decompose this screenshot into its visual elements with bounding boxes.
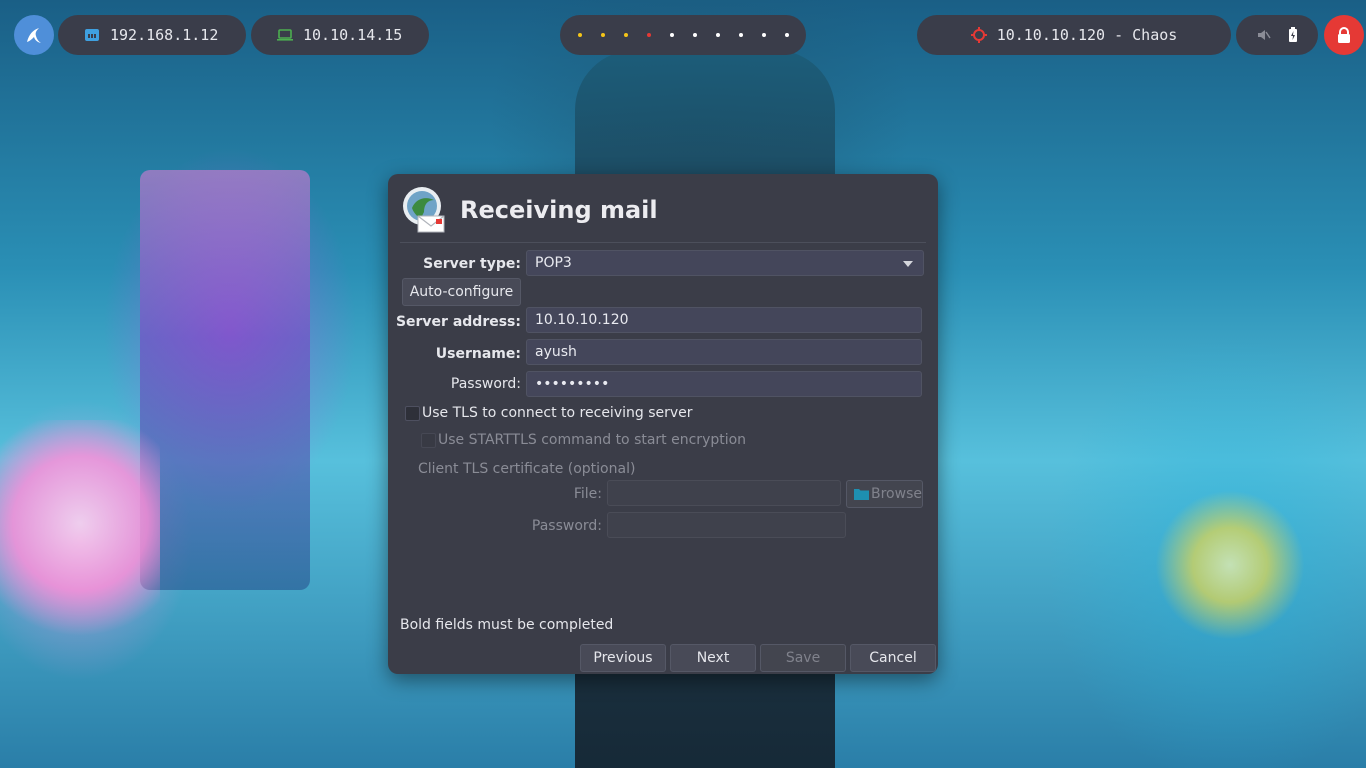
server-address-input[interactable]: 10.10.10.120 <box>526 307 922 333</box>
use-starttls-checkbox <box>421 433 436 448</box>
host-ip-label: 192.168.1.12 <box>110 26 219 44</box>
server-type-value: POP3 <box>535 255 572 271</box>
kali-dragon-icon <box>27 28 41 43</box>
mail-client-icon <box>403 187 445 233</box>
next-button[interactable]: Next <box>670 644 756 672</box>
speaker-muted-icon[interactable] <box>1257 28 1271 42</box>
background-neon-face <box>0 420 160 650</box>
password-input[interactable]: ••••••••• <box>526 371 922 397</box>
workspace-dot-3[interactable] <box>623 33 628 37</box>
target-widget[interactable]: 10.10.10.120 - Chaos <box>917 15 1231 55</box>
save-button: Save <box>760 644 846 672</box>
workspace-dot-2[interactable] <box>600 33 605 37</box>
cert-password-label: Password: <box>531 518 602 534</box>
crosshair-icon <box>970 27 987 43</box>
lock-icon <box>1338 27 1350 43</box>
workspace-dot-9[interactable] <box>761 33 766 37</box>
cert-file-input <box>607 480 841 506</box>
workspace-dot-7[interactable] <box>715 33 720 37</box>
battery-icon[interactable] <box>1288 27 1298 43</box>
browse-label: Browse <box>871 486 922 502</box>
dialog-title: Receiving mail <box>460 196 658 224</box>
client-cert-section-label: Client TLS certificate (optional) <box>418 461 636 477</box>
background-neon-tower <box>140 170 310 590</box>
workspace-indicator[interactable] <box>560 15 806 55</box>
chevron-down-icon <box>903 261 913 267</box>
cert-password-input <box>607 512 846 538</box>
laptop-icon <box>277 29 293 41</box>
receiving-mail-dialog: Receiving mail Server type: POP3 Auto-co… <box>388 174 938 674</box>
background-neon-sign <box>1155 490 1305 640</box>
use-tls-checkbox[interactable] <box>405 406 420 421</box>
previous-button[interactable]: Previous <box>580 644 666 672</box>
use-tls-label[interactable]: Use TLS to connect to receiving server <box>422 405 693 421</box>
server-address-label: Server address: <box>395 314 521 330</box>
ethernet-icon <box>85 29 99 41</box>
cancel-button[interactable]: Cancel <box>850 644 936 672</box>
system-tray <box>1236 15 1318 55</box>
server-type-select[interactable]: POP3 <box>526 250 924 276</box>
workspace-dot-6[interactable] <box>692 33 697 37</box>
vpn-ip-widget[interactable]: 10.10.14.15 <box>251 15 429 55</box>
launcher-button[interactable] <box>14 15 54 55</box>
use-starttls-label: Use STARTTLS command to start encryption <box>438 432 747 448</box>
workspace-dot-4[interactable] <box>646 33 651 37</box>
auto-configure-button[interactable]: Auto-configure <box>402 278 521 306</box>
workspace-dot-8[interactable] <box>738 33 743 37</box>
server-type-label: Server type: <box>423 256 521 272</box>
workspace-dot-1[interactable] <box>577 33 582 37</box>
cert-file-label: File: <box>573 486 602 502</box>
target-label: 10.10.10.120 - Chaos <box>996 26 1178 44</box>
title-divider <box>400 242 926 243</box>
password-label: Password: <box>450 376 521 392</box>
workspace-dot-10[interactable] <box>784 33 789 37</box>
lock-screen-button[interactable] <box>1324 15 1364 55</box>
browse-button: Browse <box>846 480 923 508</box>
workspace-dot-5[interactable] <box>669 33 674 37</box>
vpn-ip-label: 10.10.14.15 <box>303 26 403 44</box>
required-fields-hint: Bold fields must be completed <box>400 617 614 633</box>
folder-icon <box>854 489 869 500</box>
host-ip-widget[interactable]: 192.168.1.12 <box>58 15 246 55</box>
username-input[interactable]: ayush <box>526 339 922 365</box>
username-label: Username: <box>435 346 521 362</box>
